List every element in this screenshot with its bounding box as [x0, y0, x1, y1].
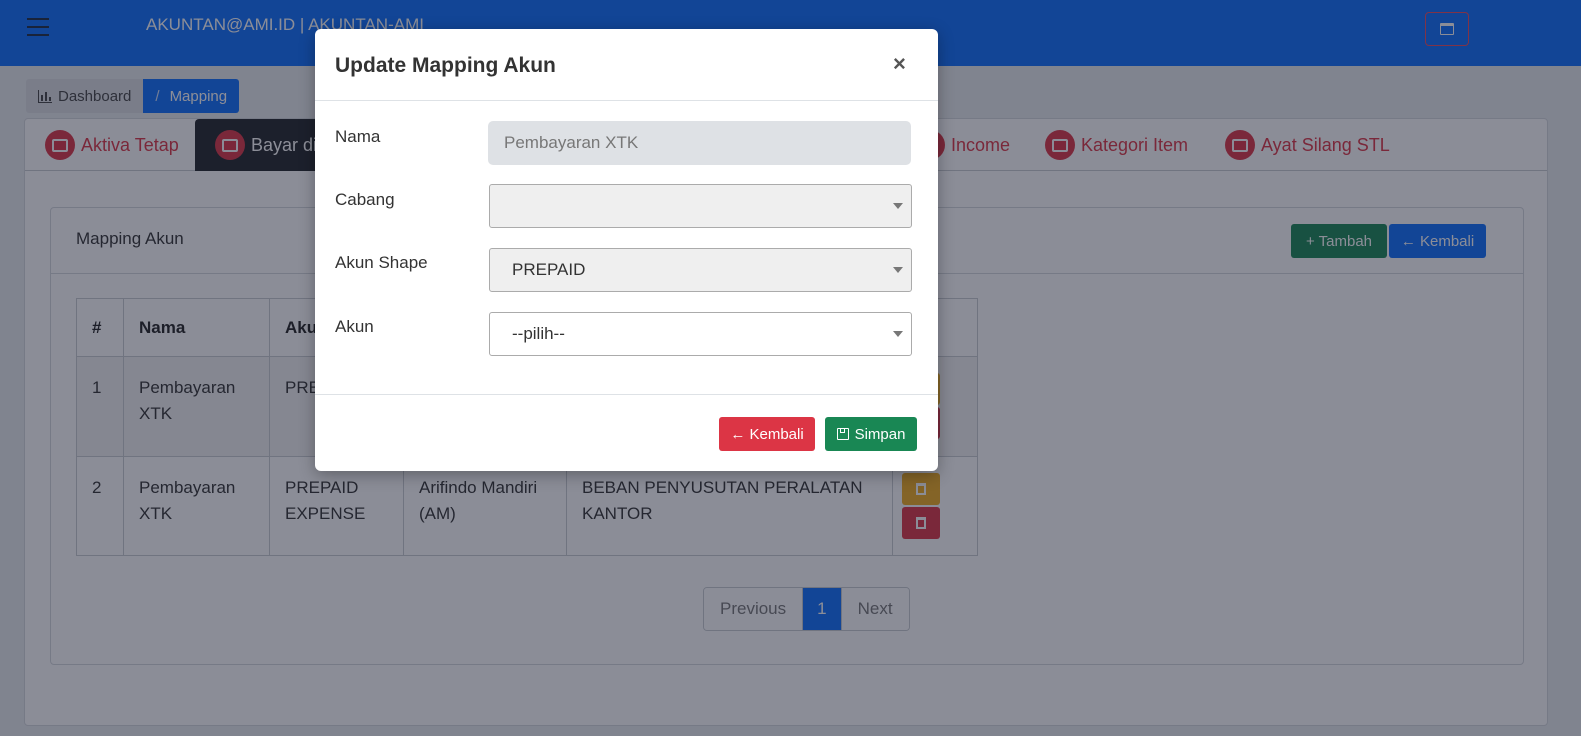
chevron-down-icon — [893, 267, 903, 273]
nama-label: Nama — [335, 127, 381, 146]
close-icon[interactable]: × — [893, 51, 906, 77]
akun-select[interactable]: --pilih-- — [489, 312, 912, 356]
akun-shape-value: PREPAID — [512, 260, 586, 279]
modal-title: Update Mapping Akun — [335, 54, 556, 77]
nama-field: Pembayaran XTK — [488, 121, 911, 165]
cabang-select[interactable] — [489, 184, 912, 228]
modal-body: Nama Pembayaran XTK Cabang Akun Shape PR… — [315, 101, 938, 395]
akun-value: --pilih-- — [512, 324, 565, 343]
save-icon — [836, 428, 849, 440]
chevron-down-icon — [893, 203, 903, 209]
modal-header: Update Mapping Akun × — [315, 29, 938, 101]
save-button-label: Simpan — [854, 425, 906, 443]
akun-label: Akun — [335, 317, 374, 336]
akun-shape-label: Akun Shape — [335, 253, 428, 272]
update-mapping-modal: Update Mapping Akun × Nama Pembayaran XT… — [315, 29, 938, 471]
akun-shape-select[interactable]: PREPAID — [489, 248, 912, 292]
cabang-label: Cabang — [335, 190, 395, 209]
modal-footer: ← Kembali Simpan — [315, 395, 938, 471]
save-button[interactable]: Simpan — [825, 417, 917, 451]
chevron-down-icon — [893, 331, 903, 337]
modal-back-button[interactable]: ← Kembali — [719, 417, 815, 451]
